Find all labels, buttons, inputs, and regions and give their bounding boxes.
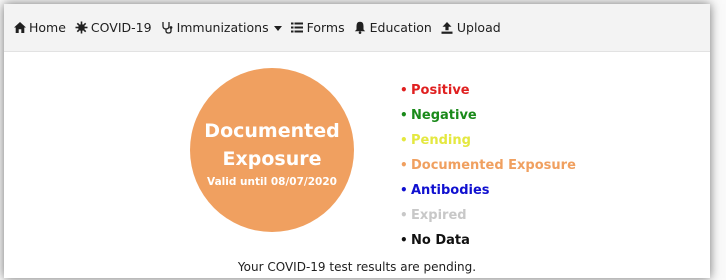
list-icon xyxy=(291,21,304,34)
nav-immunizations-label: Immunizations xyxy=(176,20,269,35)
home-icon xyxy=(13,21,26,34)
nav-education[interactable]: Education xyxy=(354,20,432,35)
legend-item-positive: • Positive xyxy=(400,78,576,103)
chevron-down-icon xyxy=(273,26,282,31)
upload-icon xyxy=(441,21,454,34)
status-circle-badge: Documented Exposure Valid until 08/07/20… xyxy=(190,68,354,232)
nav-education-label: Education xyxy=(369,20,432,35)
nav-upload[interactable]: Upload xyxy=(441,20,501,35)
legend-label-negative: Negative xyxy=(411,108,477,123)
legend-item-negative: • Negative xyxy=(400,103,576,128)
legend-bullet: • xyxy=(400,208,408,222)
legend-bullet: • xyxy=(400,183,408,197)
legend-bullet: • xyxy=(400,133,408,147)
legend-item-expired: • Expired xyxy=(400,203,576,228)
legend-item-antibodies: • Antibodies xyxy=(400,178,576,203)
legend-bullet: • xyxy=(400,158,408,172)
nav-covid-19[interactable]: COVID-19 xyxy=(75,20,152,35)
legend-label-positive: Positive xyxy=(411,83,470,98)
legend-label-expired: Expired xyxy=(411,208,467,223)
page-background: Home COVID-19 Immunizations Forms Educat… xyxy=(0,0,726,280)
legend-bullet: • xyxy=(400,83,408,97)
nav-immunizations-dropdown[interactable]: Immunizations xyxy=(161,20,282,35)
legend-bullet: • xyxy=(400,108,408,122)
legend-label-no-data: No Data xyxy=(411,233,470,248)
status-legend: • Positive • Negative • Pending • Documented… xyxy=(400,78,576,253)
virus-icon xyxy=(75,21,88,34)
legend-item-pending: • Pending xyxy=(400,128,576,153)
top-navbar: Home COVID-19 Immunizations Forms Educat… xyxy=(4,4,710,52)
nav-forms[interactable]: Forms xyxy=(291,20,345,35)
nav-forms-label: Forms xyxy=(306,20,345,35)
legend-item-documented-exposure: • Documented Exposure xyxy=(400,153,576,178)
legend-label-antibodies: Antibodies xyxy=(411,183,490,198)
legend-bullet: • xyxy=(400,233,408,247)
test-results-status-message: Your COVID-19 test results are pending. xyxy=(237,260,477,274)
legend-label-documented-exposure: Documented Exposure xyxy=(411,158,576,173)
status-circle-validity: Valid until 08/07/2020 xyxy=(207,175,337,188)
nav-upload-label: Upload xyxy=(456,20,501,35)
nav-covid-19-label: COVID-19 xyxy=(90,20,152,35)
legend-label-pending: Pending xyxy=(411,133,471,148)
nav-home[interactable]: Home xyxy=(13,20,66,35)
stethoscope-icon xyxy=(161,21,174,34)
legend-item-no-data: • No Data xyxy=(400,228,576,253)
nav-home-label: Home xyxy=(29,20,66,35)
status-circle-title: Documented Exposure xyxy=(204,119,340,170)
bell-icon xyxy=(354,21,367,34)
covid-status-card: Home COVID-19 Immunizations Forms Educat… xyxy=(4,4,710,278)
